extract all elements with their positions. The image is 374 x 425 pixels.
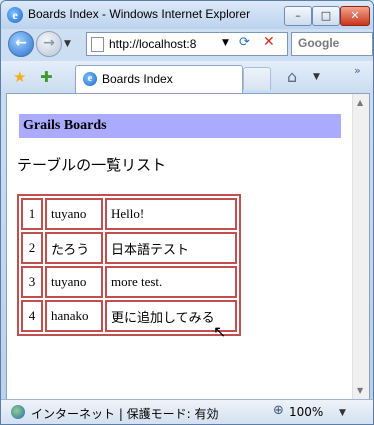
cell-name: tuyano [45,266,103,298]
list-title: テーブルの一覧リスト [17,156,167,174]
table-row: 2 たろう 日本語テスト [21,232,237,264]
cell-body: more test. [105,266,237,298]
scroll-down-icon[interactable]: ▼ [357,386,363,395]
cell-name: hanako [45,300,103,332]
tab-label: Boards Index [102,72,173,86]
page-header-title: Grails Boards [23,118,107,133]
cell-id: 4 [21,300,43,332]
zoom-icon[interactable]: ⊕ [273,403,284,418]
address-dropdown-icon[interactable]: ▼ [222,38,229,48]
globe-icon [11,405,25,419]
tab-boards-index[interactable]: e Boards Index [75,65,243,94]
mouse-cursor-icon: ↖ [213,322,227,341]
scroll-up-icon[interactable]: ▲ [357,98,363,107]
refresh-icon[interactable]: ⟳ [239,35,250,50]
address-bar[interactable]: http://localhost:8 ▼ ⟳ ✕ [86,32,288,56]
star-icon[interactable]: ★ [13,68,26,86]
table-row: 3 tuyano more test. [21,266,237,298]
table-row: 1 tuyano Hello! [21,198,237,230]
cell-id: 1 [21,198,43,230]
home-icon[interactable]: ⌂ [287,67,297,86]
search-box[interactable]: Google [291,32,373,56]
title-bar: e Boards Index - Windows Internet Explor… [1,1,373,29]
page-icon [91,37,104,52]
browser-window: e Boards Index - Windows Internet Explor… [0,0,374,425]
forward-button[interactable]: → [36,31,62,57]
home-dropdown-icon[interactable]: ▼ [313,72,320,82]
table-row: 4 hanako 更に追加してみる [21,300,237,332]
new-tab-button[interactable] [243,67,271,90]
search-placeholder: Google [298,36,340,50]
close-button[interactable]: ✕ [340,6,370,26]
history-dropdown-icon[interactable]: ▼ [64,39,71,49]
cell-body: 日本語テスト [105,232,237,264]
maximize-button[interactable]: □ [312,6,340,26]
forward-arrow-icon: → [43,35,55,51]
back-button[interactable]: ← [8,31,34,57]
window-title: Boards Index - Windows Internet Explorer [28,7,251,21]
address-url[interactable]: http://localhost:8 [109,37,196,51]
zoom-dropdown-icon[interactable]: ▼ [339,408,346,418]
ie-logo-icon: e [7,7,23,23]
minimize-button[interactable]: – [284,6,312,26]
page-content: Grails Boards テーブルの一覧リスト 1 tuyano Hello!… [6,93,370,400]
boards-table: 1 tuyano Hello! 2 たろう 日本語テスト 3 tuyano mo… [17,194,241,336]
status-bar: インターネット | 保護モード: 有効 ⊕ 100% ▼ [1,399,373,424]
stop-icon[interactable]: ✕ [263,34,275,50]
page-header: Grails Boards [19,114,341,138]
cell-id: 3 [21,266,43,298]
back-arrow-icon: ← [15,35,27,51]
cell-id: 2 [21,232,43,264]
zoom-level[interactable]: 100% [289,405,323,419]
cell-name: tuyano [45,198,103,230]
more-tools-icon[interactable]: » [354,64,361,77]
add-favorite-icon[interactable]: ✚ [40,68,53,86]
ie-tab-icon: e [83,72,97,86]
navigation-bar: ← → ▼ http://localhost:8 ▼ ⟳ ✕ Google [1,29,373,61]
vertical-scrollbar[interactable]: ▲ ▼ [352,94,369,399]
cell-name: たろう [45,232,103,264]
security-zone-text[interactable]: インターネット | 保護モード: 有効 [31,405,219,422]
cell-body: Hello! [105,198,237,230]
tab-bar: ★ ✚ e Boards Index ⌂ ▼ » [1,61,373,94]
